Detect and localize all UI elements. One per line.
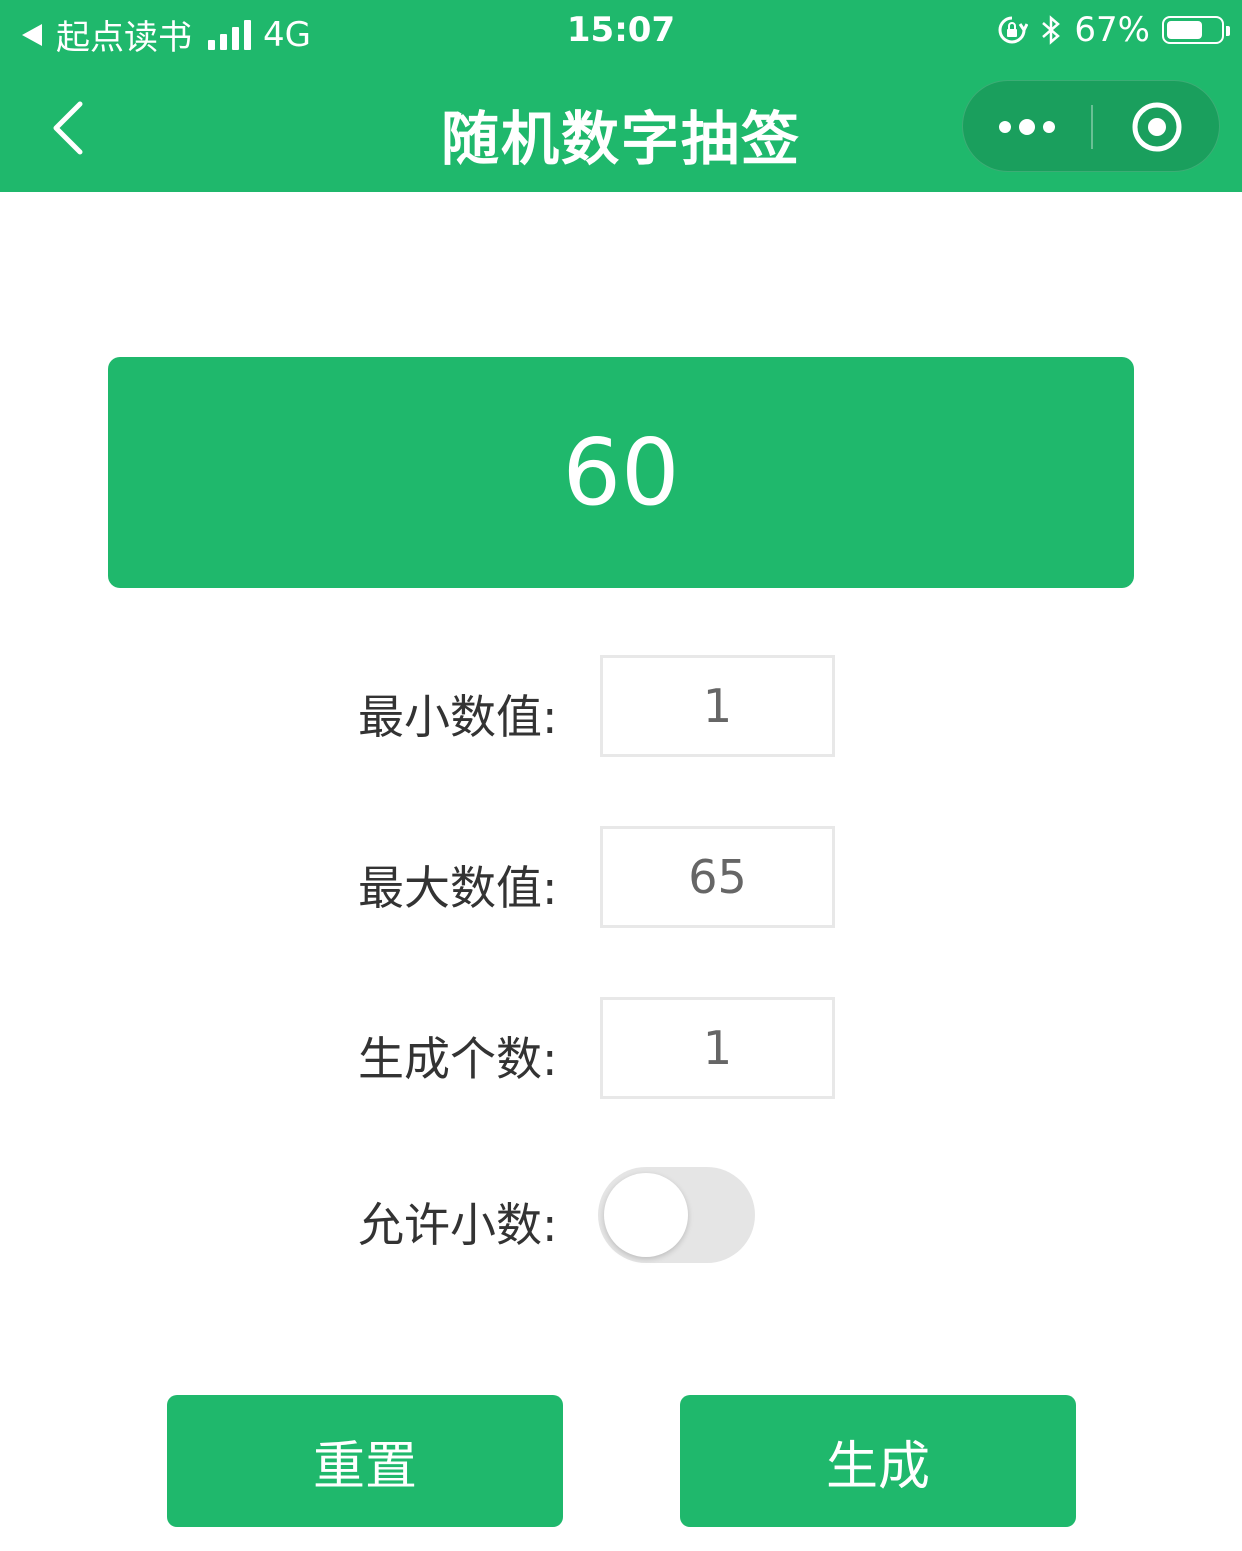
battery-fill: [1167, 21, 1202, 39]
count-row: 生成个数: 1: [0, 997, 1242, 1101]
top-bar: 起点读书 4G 15:07 67% 随机数字抽签: [0, 0, 1242, 192]
reset-button[interactable]: 重置: [167, 1395, 563, 1527]
count-label: 生成个数:: [358, 1032, 558, 1086]
count-input[interactable]: 1: [600, 997, 835, 1099]
bluetooth-icon: [1042, 15, 1061, 45]
status-bar: 起点读书 4G 15:07 67%: [0, 0, 1242, 62]
battery-cap: [1226, 26, 1230, 36]
more-icon[interactable]: [999, 111, 1059, 143]
max-value-input[interactable]: 65: [600, 826, 835, 928]
battery-icon: [1162, 16, 1230, 44]
min-row: 最小数值: 1: [0, 655, 1242, 759]
rotation-lock-icon: [998, 16, 1029, 44]
decimal-row: 允许小数:: [0, 1167, 1242, 1271]
max-row: 最大数值: 65: [0, 826, 1242, 930]
min-value-input[interactable]: 1: [600, 655, 835, 757]
max-label: 最大数值:: [358, 861, 558, 915]
capsule-divider: [1091, 105, 1093, 149]
decimal-label: 允许小数:: [358, 1198, 558, 1252]
result-display: 60: [108, 357, 1134, 588]
generate-button[interactable]: 生成: [680, 1395, 1076, 1527]
battery-percent: 67%: [1074, 10, 1150, 50]
mini-program-capsule: [962, 80, 1220, 172]
status-right: 67%: [996, 10, 1230, 50]
toggle-knob: [604, 1173, 688, 1257]
decimal-toggle[interactable]: [598, 1167, 755, 1263]
min-label: 最小数值:: [358, 690, 558, 744]
close-target-icon[interactable]: [1131, 101, 1183, 153]
